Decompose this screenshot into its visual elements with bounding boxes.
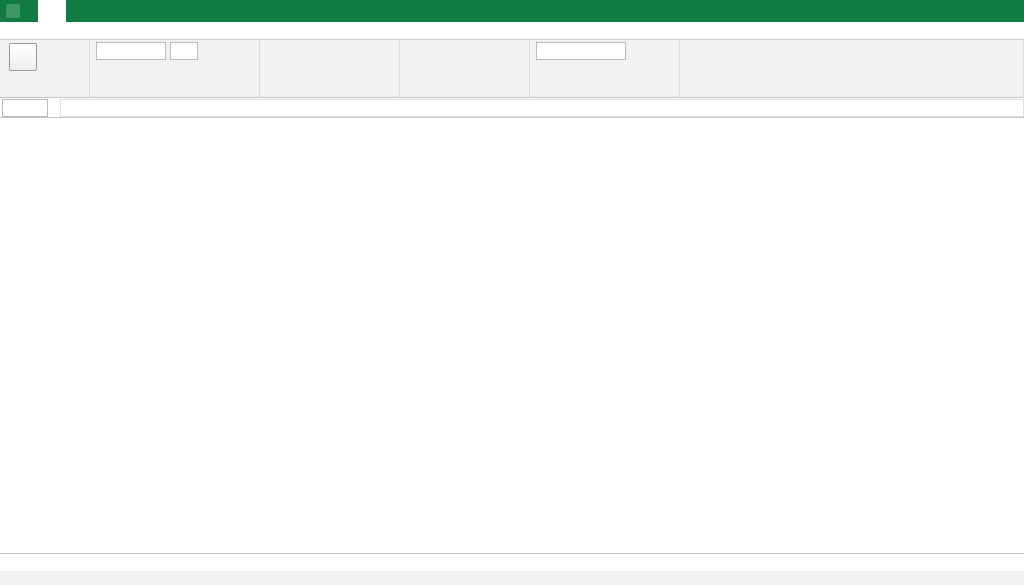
app-launcher-icon[interactable]: [6, 4, 20, 18]
title-bar: [0, 0, 1024, 22]
font-name-combo[interactable]: [96, 42, 166, 60]
name-box[interactable]: [2, 99, 48, 117]
paste-button[interactable]: [6, 42, 40, 73]
ribbon-tabs: [0, 22, 1024, 40]
ribbon-group-number: [400, 40, 530, 97]
ribbon-group-cells: [680, 40, 1024, 97]
formula-bar: [0, 98, 1024, 118]
ribbon: [0, 40, 1024, 98]
quick-access-toolbar: [0, 4, 20, 18]
styles-combo[interactable]: [536, 42, 626, 60]
status-bar: [0, 571, 1024, 585]
ribbon-group-styles: [530, 40, 680, 97]
ribbon-group-font: [90, 40, 260, 97]
window-controls: [882, 2, 1024, 20]
font-size-combo[interactable]: [170, 42, 198, 60]
close-button[interactable]: [994, 2, 1020, 20]
minimize-button[interactable]: [938, 2, 964, 20]
ribbon-group-alignment: [260, 40, 400, 97]
maximize-button[interactable]: [966, 2, 992, 20]
formula-input[interactable]: [60, 99, 1024, 117]
file-tab[interactable]: [38, 0, 66, 22]
account-icon[interactable]: [882, 2, 908, 20]
ribbon-mode-icon[interactable]: [910, 2, 936, 20]
sheet-tab-bar: [0, 553, 1024, 571]
ribbon-group-clipboard: [0, 40, 90, 97]
paste-icon: [9, 43, 37, 71]
spreadsheet-grid[interactable]: [0, 118, 1024, 553]
